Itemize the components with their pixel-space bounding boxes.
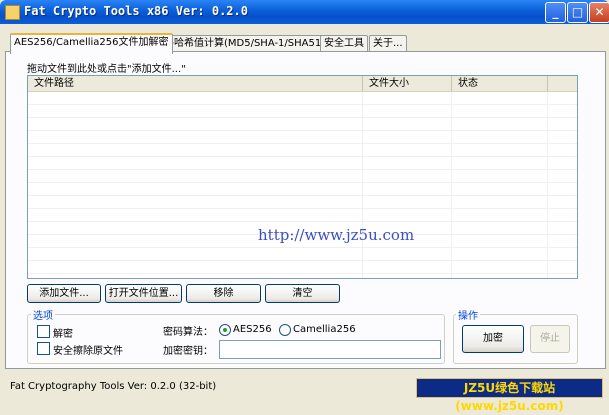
open-location-button[interactable]: 打开文件位置... bbox=[105, 284, 182, 303]
status-text: Fat Cryptography Tools Ver: 0.2.0 (32-bi… bbox=[10, 381, 217, 392]
remove-button[interactable]: 移除 bbox=[186, 284, 261, 303]
column-status[interactable]: 状态 bbox=[452, 76, 548, 91]
options-title: 选项 bbox=[31, 307, 55, 322]
tab-file-hash[interactable]: 文件哈希值计算(MD5/SHA-1/SHA512..) bbox=[150, 35, 342, 52]
algorithm-label: 密码算法： bbox=[163, 327, 213, 338]
maximize-button[interactable]: □ bbox=[567, 2, 588, 23]
key-label: 加密密钥： bbox=[163, 346, 213, 357]
app-icon bbox=[5, 5, 20, 20]
decrypt-label: 解密 bbox=[53, 329, 73, 340]
file-list[interactable]: 文件路径 文件大小 状态 bbox=[27, 75, 578, 279]
aes256-radio[interactable] bbox=[219, 324, 231, 336]
tab-security-tools[interactable]: 安全工具 bbox=[320, 35, 368, 52]
column-file-path[interactable]: 文件路径 bbox=[28, 76, 363, 91]
list-grid bbox=[28, 92, 577, 278]
column-file-size[interactable]: 文件大小 bbox=[363, 76, 452, 91]
clear-button[interactable]: 清空 bbox=[265, 284, 340, 303]
decrypt-checkbox[interactable] bbox=[37, 325, 50, 338]
secure-erase-label: 安全擦除原文件 bbox=[53, 346, 123, 357]
camellia256-label: Camellia256 bbox=[293, 324, 356, 335]
drop-hint: 拖动文件到此处或点击"添加文件..." bbox=[27, 64, 186, 75]
watermark-text: http://www.jz5u.com bbox=[258, 226, 415, 244]
grid-divider bbox=[362, 92, 363, 278]
title-bar[interactable]: Fat Crypto Tools x86 Ver: 0.2.0 _ □ ✕ bbox=[0, 0, 609, 24]
tab-aes-camellia[interactable]: AES256/Camellia256文件加解密 bbox=[10, 33, 173, 54]
add-file-button[interactable]: 添加文件... bbox=[27, 284, 101, 303]
encrypt-button[interactable]: 加密 bbox=[462, 325, 524, 353]
grid-divider bbox=[547, 92, 548, 278]
secure-erase-checkbox[interactable] bbox=[37, 342, 50, 355]
window-title: Fat Crypto Tools x86 Ver: 0.2.0 bbox=[24, 4, 248, 18]
grid-divider bbox=[451, 92, 452, 278]
close-button[interactable]: ✕ bbox=[589, 2, 609, 23]
tab-about[interactable]: 关于... bbox=[369, 35, 407, 52]
encryption-key-input[interactable] bbox=[219, 340, 441, 359]
stop-button[interactable]: 停止 bbox=[530, 325, 570, 353]
aes256-label: AES256 bbox=[233, 324, 272, 335]
download-site-badge: JZ5U绿色下载站(www.jz5u.com) bbox=[416, 378, 603, 413]
actions-title: 操作 bbox=[456, 307, 480, 322]
minimize-button[interactable]: _ bbox=[545, 2, 566, 23]
list-header: 文件路径 文件大小 状态 bbox=[28, 76, 577, 92]
camellia256-radio[interactable] bbox=[279, 324, 291, 336]
